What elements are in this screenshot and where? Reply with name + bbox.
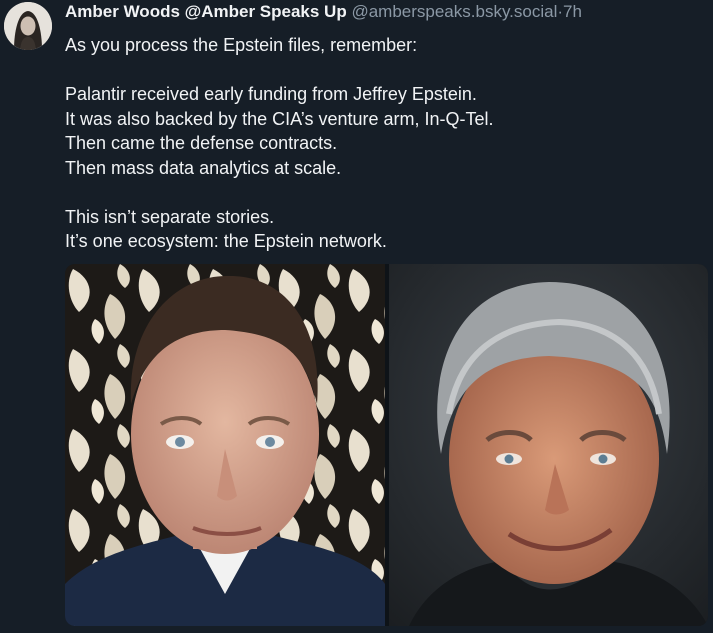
portrait-man-gray-hair-icon [389, 264, 708, 626]
post-text-line [65, 180, 705, 205]
avatar[interactable] [4, 2, 52, 50]
post-text-line [65, 58, 705, 83]
post-text-line: This isn’t separate stories. [65, 206, 275, 227]
post-text-line: It’s one ecosystem: the Epstein network. [65, 231, 387, 251]
post-text-line: Then came the defense contracts. [65, 133, 338, 153]
photo-left[interactable] [65, 264, 385, 626]
post-media [65, 264, 708, 626]
post-text-line: Then mass data analytics at scale. [65, 157, 342, 178]
post-header: Amber Woods @Amber Speaks Up @amberspeak… [65, 3, 582, 21]
post-timestamp[interactable]: 7h [563, 2, 582, 21]
post-text-line: Palantir received early funding from Jef… [65, 84, 477, 104]
avatar-portrait-icon [4, 2, 52, 50]
post-text-line: It was also backed by the CIA’s venture … [65, 108, 494, 129]
photo-right[interactable] [389, 264, 708, 626]
post-text-line: As you process the Epstein files, rememb… [65, 35, 418, 55]
post-text: As you process the Epstein files, rememb… [65, 33, 705, 254]
display-name[interactable]: Amber Woods @Amber Speaks Up [65, 2, 347, 21]
post: Amber Woods @Amber Speaks Up @amberspeak… [0, 0, 713, 633]
user-handle[interactable]: @amberspeaks.bsky.social [351, 2, 557, 21]
portrait-man-suit-icon [65, 264, 385, 626]
